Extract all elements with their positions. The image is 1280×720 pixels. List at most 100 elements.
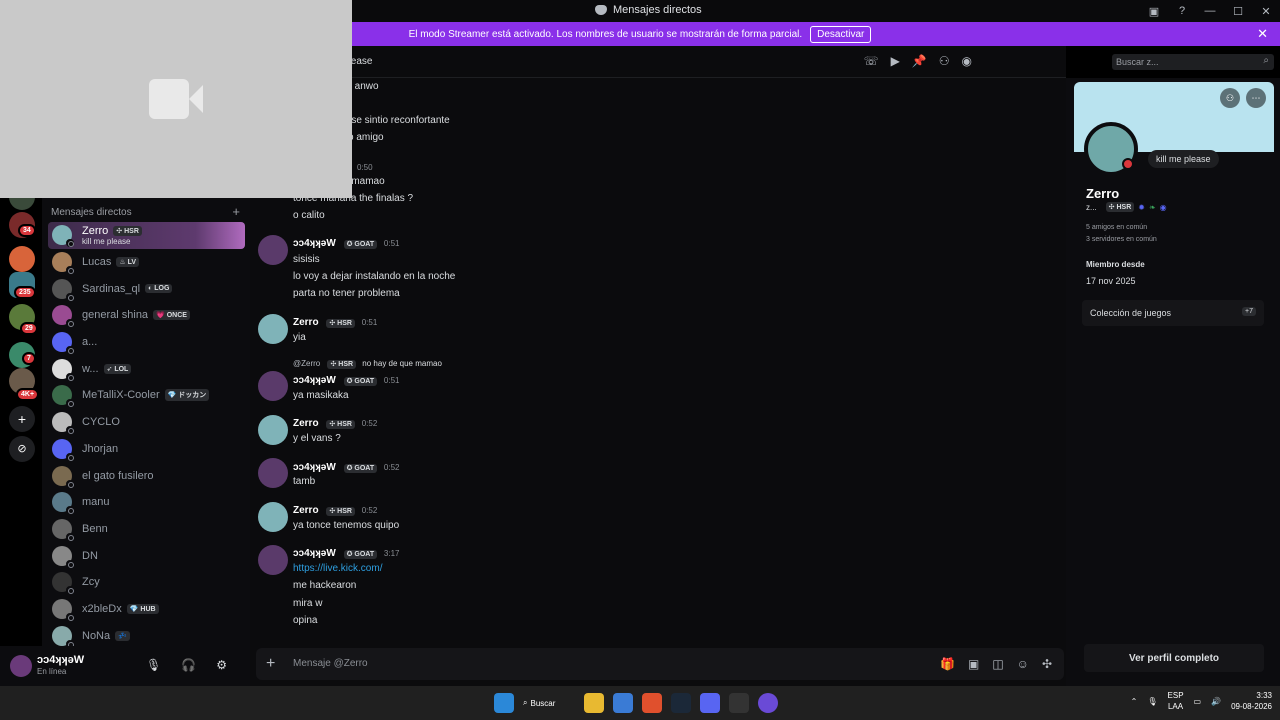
message-author[interactable]: ɔɔ4ʞʞǝW	[293, 548, 336, 559]
message-header: ɔɔ4ʞʞǝW ✪ GOAT 0:52	[293, 462, 399, 473]
app-icon[interactable]	[758, 693, 778, 713]
message-author[interactable]: Zerro	[293, 418, 319, 429]
video-preview[interactable]	[0, 0, 352, 198]
disable-streamer-button[interactable]: Desactivar	[810, 25, 872, 43]
microphone-icon[interactable]: 🎙	[146, 658, 161, 672]
dm-item[interactable]: w... ➶ LOL	[48, 355, 245, 382]
message-author[interactable]: Zerro	[293, 505, 319, 516]
dm-item[interactable]: general shina 💗 ONCE	[48, 302, 245, 329]
steam-icon[interactable]	[671, 693, 691, 713]
video-call-icon[interactable]: ▶	[891, 54, 900, 68]
message-text: me hackearon	[293, 580, 357, 591]
message-text: ya masikaka	[293, 390, 349, 401]
dm-name: a...	[82, 336, 98, 349]
add-friends-icon[interactable]: ⚇	[939, 54, 950, 68]
inbox-icon[interactable]: ▣	[1140, 0, 1168, 22]
brave-browser-icon[interactable]	[642, 693, 662, 713]
dm-item[interactable]: Zerro ✣ HSR kill me please	[48, 222, 245, 249]
game-collection[interactable]: Colección de juegos +7	[1082, 300, 1264, 326]
add-friend-icon[interactable]: ⚇	[1220, 88, 1240, 108]
chevron-up-icon[interactable]: ⌃	[1131, 697, 1138, 706]
user-avatar[interactable]	[10, 655, 32, 677]
file-explorer-icon[interactable]	[584, 693, 604, 713]
start-icon[interactable]	[494, 693, 514, 713]
help-icon[interactable]: ?	[1168, 0, 1196, 22]
dm-name: NoNa	[82, 629, 111, 642]
microphone-tray-icon[interactable]: 🎙	[1147, 697, 1157, 706]
search-input[interactable]: Buscar z... ⌕	[1112, 54, 1274, 70]
server-icon[interactable]	[9, 246, 35, 272]
message-author[interactable]: ɔɔ4ʞʞǝW	[293, 462, 336, 473]
profile-avatar[interactable]	[1084, 122, 1138, 176]
input-language[interactable]: ESP LAA	[1168, 690, 1184, 712]
dm-header: Mensajes directos	[51, 207, 132, 218]
game-collection-label: Colección de juegos	[1090, 308, 1172, 318]
message-author[interactable]: ɔɔ4ʞʞǝW	[293, 375, 336, 386]
dm-item[interactable]: MeTalliX-Cooler 💎 ドッカン	[48, 382, 245, 409]
discover-icon[interactable]: ⊘	[9, 436, 35, 462]
dm-item[interactable]: Benn	[48, 516, 245, 543]
dm-item[interactable]: DN	[48, 542, 245, 569]
dm-item[interactable]: el gato fusilero	[48, 462, 245, 489]
view-full-profile-button[interactable]: Ver perfil completo	[1084, 644, 1264, 672]
pin-icon[interactable]: 📌	[912, 54, 927, 68]
banner-close-icon[interactable]: ✕	[1257, 26, 1268, 42]
gif-icon[interactable]: ▣	[968, 657, 979, 671]
minimize-button[interactable]: —	[1196, 0, 1224, 22]
user-profile-icon[interactable]: ◉	[962, 54, 972, 68]
message-input[interactable]: Mensaje @Zerro	[293, 658, 368, 669]
emoji-icon[interactable]: ☺	[1017, 657, 1029, 671]
dm-name: w...	[82, 362, 99, 375]
reply-preview[interactable]: @Zerro ✣ HSR no hay de que mamao	[293, 359, 442, 369]
message-avatar[interactable]	[258, 235, 288, 265]
message-text: mira w	[293, 598, 323, 609]
dm-item[interactable]: x2bleDx 💎 HUB	[48, 596, 245, 623]
dm-name: Lucas	[82, 256, 112, 269]
store-icon[interactable]	[613, 693, 633, 713]
add-server-icon[interactable]: +	[9, 406, 35, 432]
user-panel: ɔɔ4ʞʞǝW En línea 🎙 🎧 ⚙	[0, 646, 250, 686]
dm-item[interactable]: CYCLO	[48, 409, 245, 436]
message-avatar[interactable]	[258, 371, 288, 401]
maximize-button[interactable]: ☐	[1224, 0, 1252, 22]
apps-icon[interactable]: ✣	[1042, 657, 1052, 671]
message-avatar[interactable]	[258, 314, 288, 344]
dm-item[interactable]: a...	[48, 329, 245, 356]
message-avatar[interactable]	[258, 545, 288, 575]
attach-icon[interactable]: +	[266, 655, 275, 673]
clock[interactable]: 3:33 09-08-2026	[1231, 690, 1272, 712]
dm-item[interactable]: Lucas ♨ LV	[48, 249, 245, 276]
profile-tag-row: z... ✣ HSR ✹ ❧ ◉	[1086, 202, 1167, 212]
dm-item[interactable]: manu	[48, 489, 245, 516]
message-author[interactable]: ɔɔ4ʞʞǝW	[293, 238, 336, 249]
user-name: ɔɔ4ʞʞǝW	[37, 654, 85, 666]
new-dm-button[interactable]: +	[232, 204, 240, 219]
message-avatar[interactable]	[258, 458, 288, 488]
dm-item[interactable]: Sardinas_ql ◐ LOG	[48, 275, 245, 302]
dm-item[interactable]: Zcy	[48, 569, 245, 596]
mutual-friends[interactable]: 5 amigos en común	[1086, 224, 1147, 231]
sticker-icon[interactable]: ◫	[992, 657, 1003, 671]
message-composer[interactable]: + Mensaje @Zerro 🎁 ▣ ◫ ☺ ✣	[256, 648, 1064, 680]
message-text: tamb	[293, 476, 316, 487]
message-avatar[interactable]	[258, 502, 288, 532]
message-header: Zerro ✣ HSR 0:51	[293, 317, 377, 328]
message-author[interactable]: Zerro	[293, 317, 319, 328]
dm-name: manu	[82, 496, 110, 509]
headphones-icon[interactable]: 🎧	[181, 658, 196, 672]
app-icon[interactable]	[729, 693, 749, 713]
close-window-button[interactable]: ✕	[1252, 0, 1280, 22]
message-avatar[interactable]	[258, 415, 288, 445]
mutual-servers[interactable]: 3 servidores en común	[1086, 236, 1157, 243]
message-link[interactable]: https://live.kick.com/	[293, 563, 382, 574]
taskbar-search[interactable]: ⌕ Buscar	[523, 693, 575, 713]
gift-icon[interactable]: 🎁	[940, 657, 955, 671]
volume-icon[interactable]: 🔊	[1211, 697, 1221, 706]
more-options-icon[interactable]: ⋯	[1246, 88, 1266, 108]
voice-call-icon[interactable]: ☏	[864, 54, 879, 68]
discord-taskbar-icon[interactable]	[700, 693, 720, 713]
dm-item[interactable]: Jhorjan	[48, 436, 245, 463]
gear-icon[interactable]: ⚙	[216, 658, 227, 672]
network-icon[interactable]: ▭	[1194, 697, 1202, 706]
dm-item[interactable]: NoNa 💤	[48, 622, 245, 649]
